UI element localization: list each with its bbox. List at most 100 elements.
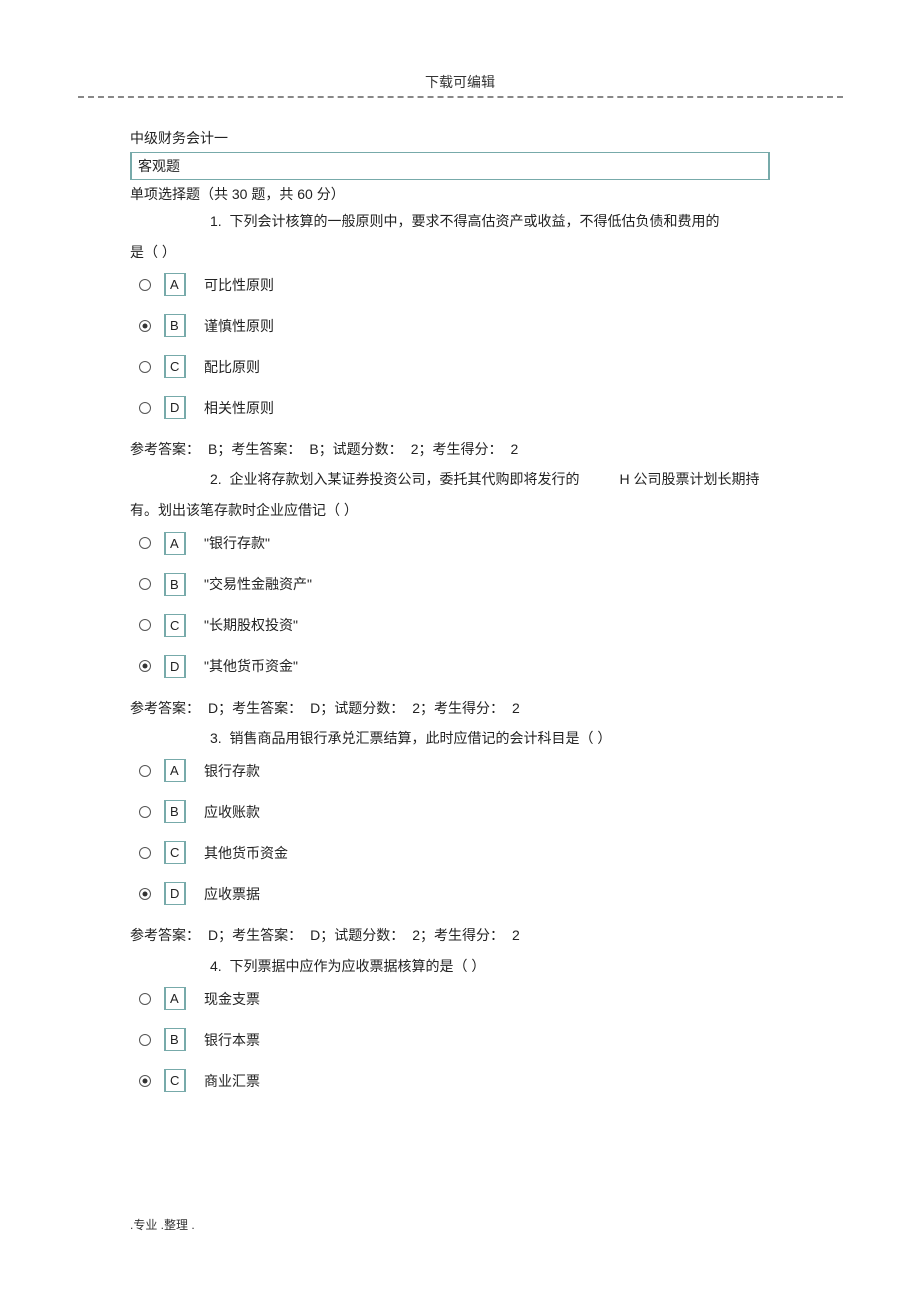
option-letter: C: [164, 614, 186, 637]
score-label: ；考生得分：: [420, 927, 504, 943]
option-text: 配比原则: [204, 357, 260, 377]
option-row[interactable]: A 现金支票: [130, 987, 770, 1010]
option-row[interactable]: A "银行存款": [130, 532, 770, 555]
radio-selected-icon[interactable]: [138, 887, 152, 901]
sub-header: 单项选择题（共 30 题，共 60 分）: [130, 184, 770, 204]
radio-icon[interactable]: [138, 1033, 152, 1047]
option-row[interactable]: A 可比性原则: [130, 273, 770, 296]
section-header: 客观题: [130, 152, 770, 180]
radio-selected-icon[interactable]: [138, 1074, 152, 1088]
radio-selected-icon[interactable]: [138, 659, 152, 673]
question-number: 1.: [130, 213, 222, 229]
radio-icon[interactable]: [138, 992, 152, 1006]
option-row[interactable]: C 配比原则: [130, 355, 770, 378]
option-text: "长期股权投资": [204, 615, 298, 635]
question-text-cont: 有。划出该笔存款时企业应借记（ ）: [130, 497, 770, 524]
radio-icon[interactable]: [138, 360, 152, 374]
answer-line: 参考答案：D；考生答案：D；试题分数：2；考生得分：2: [130, 923, 770, 948]
pts: 2: [412, 927, 420, 943]
option-row[interactable]: B 银行本票: [130, 1028, 770, 1051]
score-label: ；考生得分：: [418, 441, 502, 457]
ref-answer-label: 参考答案：: [130, 927, 200, 943]
stu-answer: D: [310, 700, 320, 716]
doc-title: 中级财务会计一: [130, 128, 770, 148]
option-letter: B: [164, 1028, 186, 1051]
option-row[interactable]: C 其他货币资金: [130, 841, 770, 864]
radio-selected-icon[interactable]: [138, 319, 152, 333]
stu-answer: D: [310, 927, 320, 943]
score-label: ；考生得分：: [420, 700, 504, 716]
option-text: "其他货币资金": [204, 656, 298, 676]
option-text: 应收账款: [204, 802, 260, 822]
option-text: "银行存款": [204, 533, 270, 553]
question-stem: 下列会计核算的一般原则中，要求不得高估资产或收益，不得低估负债和费用的: [229, 213, 719, 229]
radio-icon[interactable]: [138, 278, 152, 292]
option-text: 银行存款: [204, 761, 260, 781]
ref-answer: D: [208, 927, 218, 943]
stu-answer-label: ；考生答案：: [217, 441, 301, 457]
option-text: 相关性原则: [204, 398, 274, 418]
option-letter: D: [164, 882, 186, 905]
radio-icon[interactable]: [138, 577, 152, 591]
answer-line: 参考答案：D；考生答案：D；试题分数：2；考生得分：2: [130, 696, 770, 721]
option-text: 商业汇票: [204, 1071, 260, 1091]
stu-answer-label: ；考生答案：: [218, 700, 302, 716]
option-row[interactable]: C "长期股权投资": [130, 614, 770, 637]
option-text: 现金支票: [204, 989, 260, 1009]
option-letter: B: [164, 314, 186, 337]
radio-icon[interactable]: [138, 536, 152, 550]
option-row[interactable]: B 谨慎性原则: [130, 314, 770, 337]
question-number: 4.: [130, 958, 222, 974]
radio-icon[interactable]: [138, 805, 152, 819]
option-text: 其他货币资金: [204, 843, 288, 863]
option-row[interactable]: D "其他货币资金": [130, 655, 770, 678]
question-number: 3.: [130, 730, 222, 746]
option-text: 谨慎性原则: [204, 316, 274, 336]
ref-answer: B: [208, 441, 217, 457]
option-row[interactable]: B "交易性金融资产": [130, 573, 770, 596]
option-letter: B: [164, 573, 186, 596]
option-letter: A: [164, 273, 186, 296]
option-row[interactable]: D 应收票据: [130, 882, 770, 905]
pts-label: ；试题分数：: [320, 927, 404, 943]
page-header: 下载可编辑: [0, 0, 920, 96]
option-text: 银行本票: [204, 1030, 260, 1050]
question-stem: 销售商品用银行承兑汇票结算，此时应借记的会计科目是（ ）: [229, 730, 611, 746]
option-letter: C: [164, 841, 186, 864]
score: 2: [512, 700, 520, 716]
option-row[interactable]: A 银行存款: [130, 759, 770, 782]
option-letter: A: [164, 759, 186, 782]
question-number: 2.: [130, 471, 222, 487]
option-text: 应收票据: [204, 884, 260, 904]
radio-icon[interactable]: [138, 401, 152, 415]
option-letter: A: [164, 987, 186, 1010]
score: 2: [510, 441, 518, 457]
radio-icon[interactable]: [138, 618, 152, 632]
pts: 2: [412, 700, 420, 716]
question-text: 1. 下列会计核算的一般原则中，要求不得高估资产或收益，不得低估负债和费用的: [130, 208, 770, 235]
stu-answer-label: ；考生答案：: [218, 927, 302, 943]
score: 2: [512, 927, 520, 943]
option-letter: C: [164, 1069, 186, 1092]
option-letter: C: [164, 355, 186, 378]
question-text: 3. 销售商品用银行承兑汇票结算，此时应借记的会计科目是（ ）: [130, 725, 770, 752]
stu-answer: B: [309, 441, 318, 457]
question-stem: 企业将存款划入某证券投资公司，委托其代购即将发行的: [229, 471, 579, 487]
question-text-cont: 是（ ）: [130, 239, 770, 266]
radio-icon[interactable]: [138, 764, 152, 778]
document-content: 中级财务会计一 客观题 单项选择题（共 30 题，共 60 分） 1. 下列会计…: [130, 128, 770, 1092]
option-letter: A: [164, 532, 186, 555]
ref-answer: D: [208, 700, 218, 716]
question-text: 4. 下列票据中应作为应收票据核算的是（ ）: [130, 953, 770, 980]
option-letter: D: [164, 655, 186, 678]
option-row[interactable]: D 相关性原则: [130, 396, 770, 419]
ref-answer-label: 参考答案：: [130, 700, 200, 716]
question-stem-mid: H 公司股票计划长期持: [619, 471, 759, 487]
option-row[interactable]: B 应收账款: [130, 800, 770, 823]
option-text: 可比性原则: [204, 275, 274, 295]
radio-icon[interactable]: [138, 846, 152, 860]
answer-line: 参考答案：B；考生答案：B；试题分数：2；考生得分：2: [130, 437, 770, 462]
option-letter: D: [164, 396, 186, 419]
option-text: "交易性金融资产": [204, 574, 312, 594]
option-row[interactable]: C 商业汇票: [130, 1069, 770, 1092]
